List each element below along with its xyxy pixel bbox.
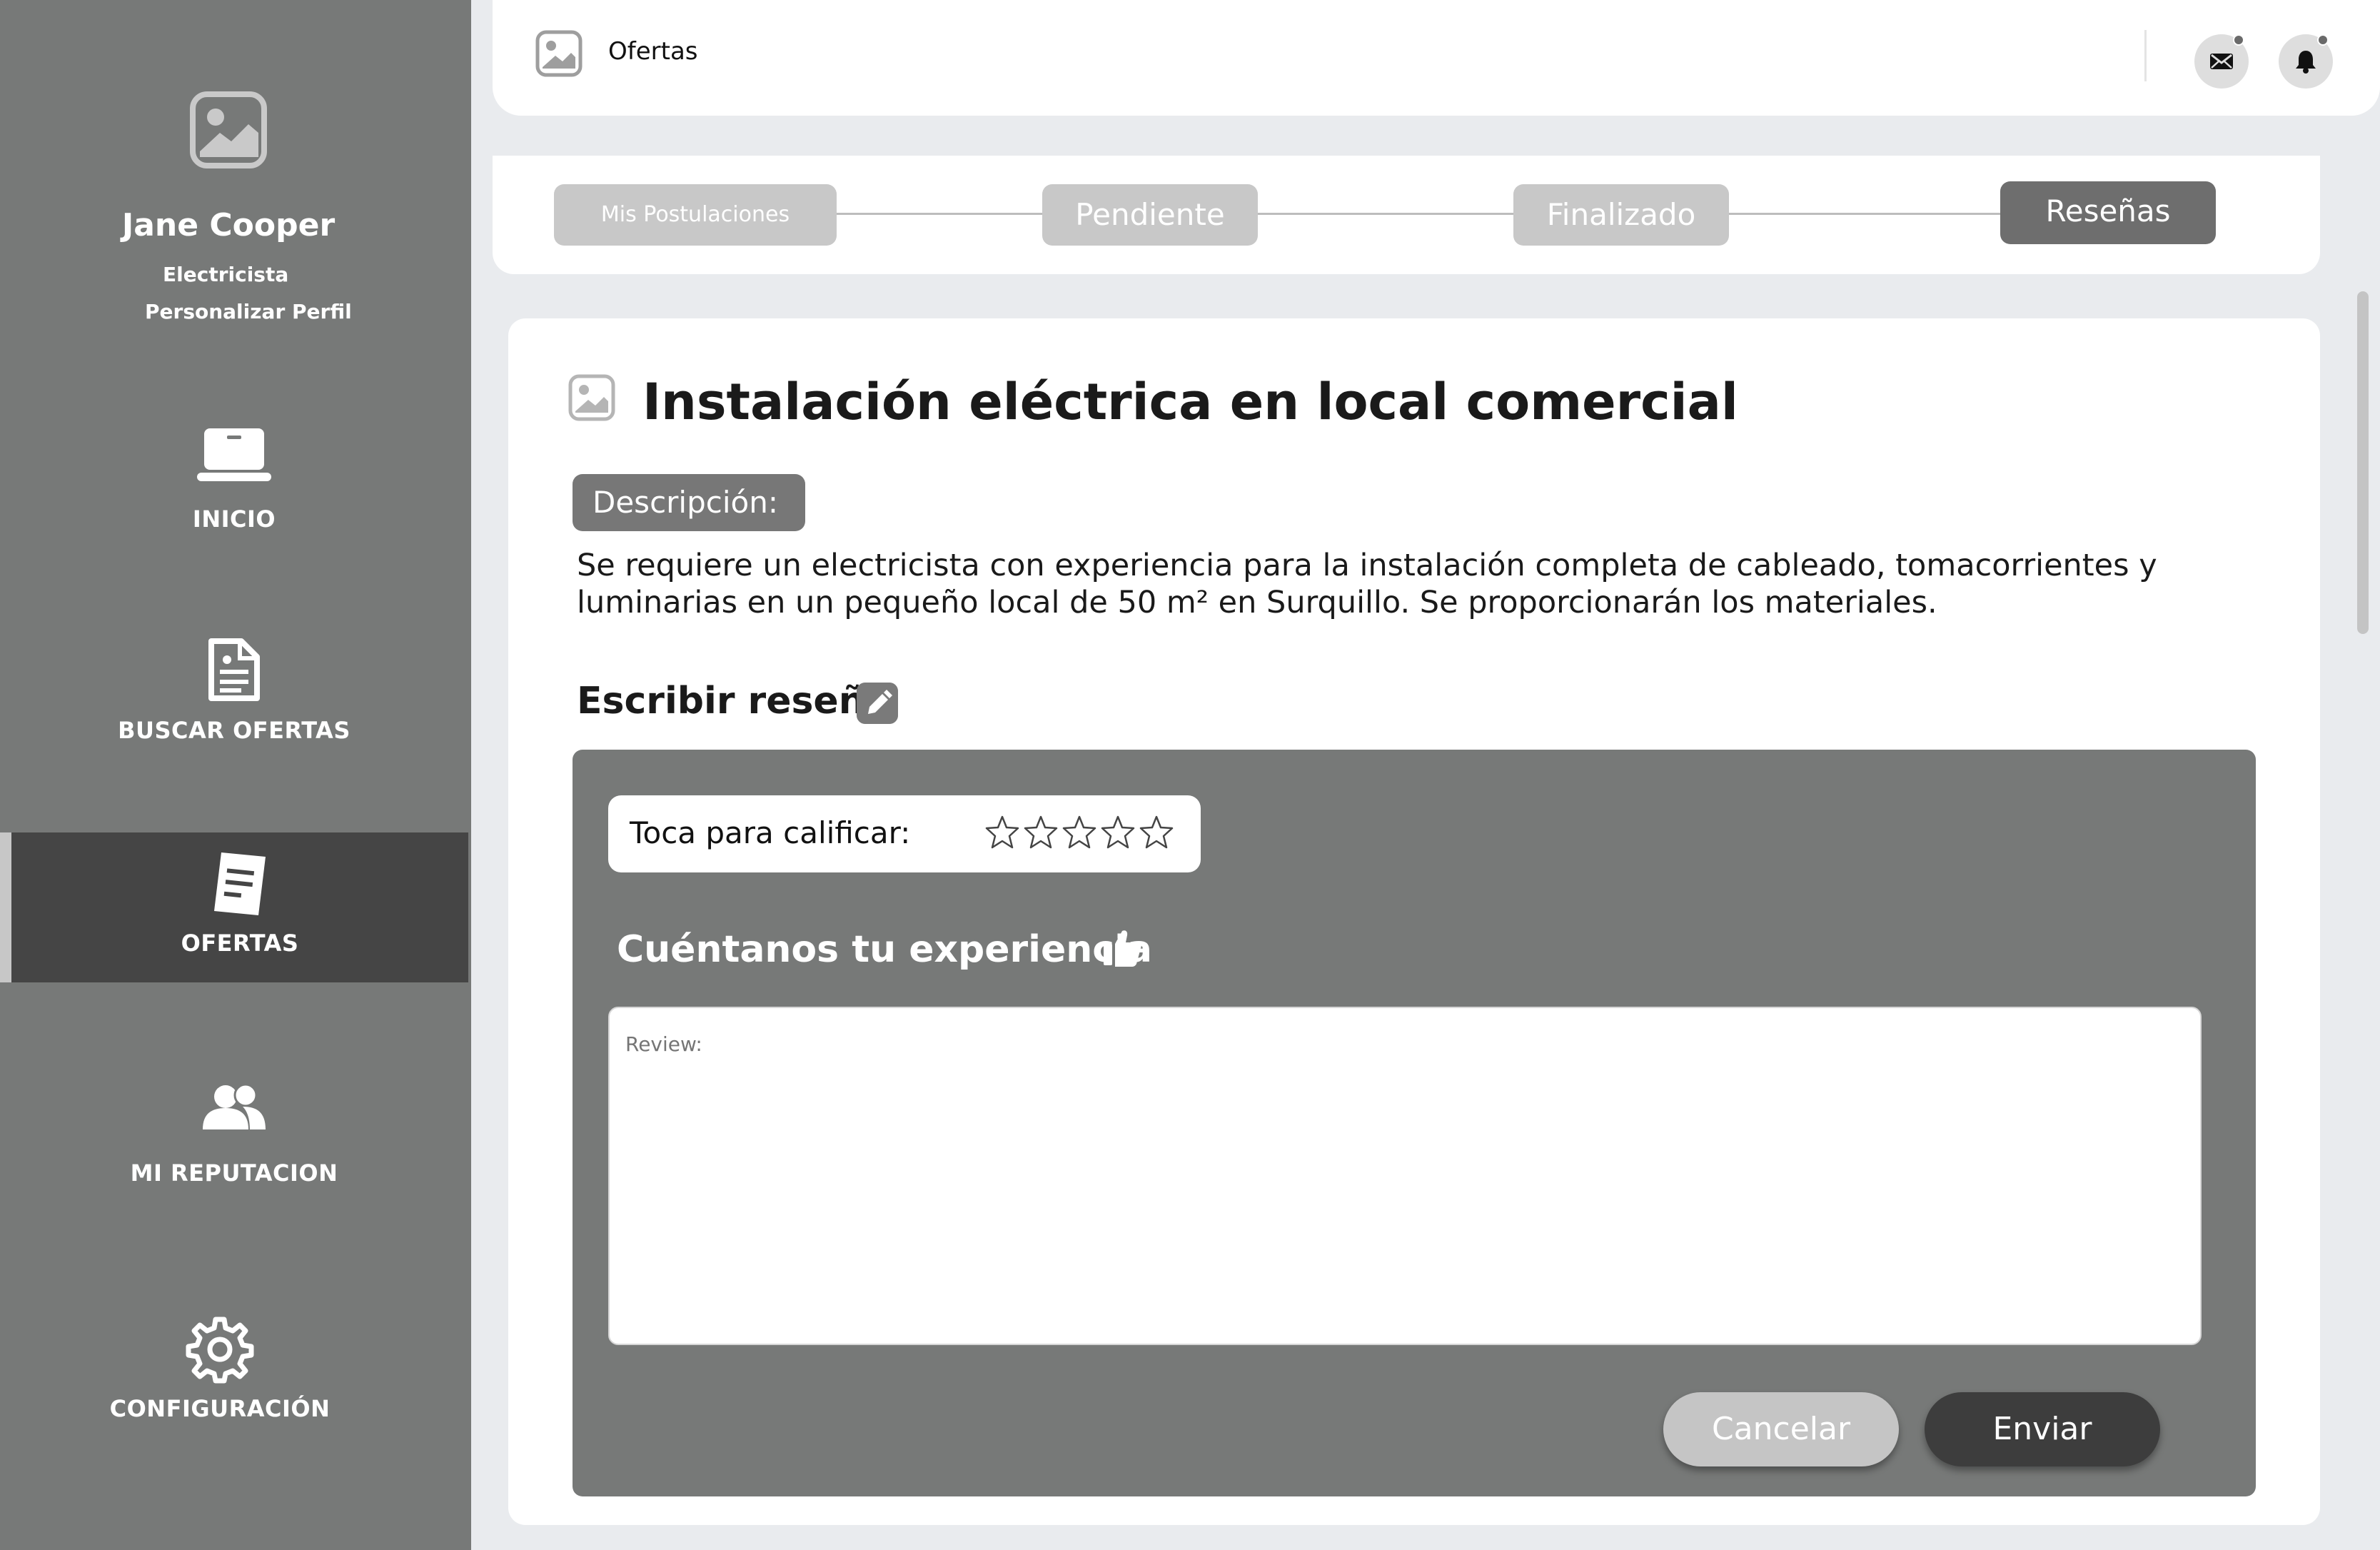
- cancel-button[interactable]: Cancelar: [1663, 1392, 1899, 1466]
- sidebar-item-inicio[interactable]: INICIO: [0, 410, 468, 560]
- status-stepper: Mis Postulaciones Pendiente Finalizado R…: [493, 156, 2320, 274]
- star-icon[interactable]: [1061, 814, 1098, 851]
- sidebar-item-configuracion[interactable]: CONFIGURACIÓN: [0, 1307, 468, 1456]
- edit-icon[interactable]: [857, 683, 898, 724]
- sidebar-item-label: BUSCAR OFERTAS: [118, 717, 351, 744]
- sidebar-item-buscar-ofertas[interactable]: BUSCAR OFERTAS: [0, 621, 468, 771]
- star-rating: [984, 814, 1175, 852]
- rating-box: Toca para calificar:: [608, 795, 1201, 872]
- star-icon[interactable]: [1099, 814, 1136, 851]
- notification-dot: [2233, 34, 2244, 46]
- review-textarea[interactable]: [608, 1007, 2202, 1345]
- laptop-icon: [197, 428, 271, 481]
- step-resenas[interactable]: Reseñas: [2000, 181, 2216, 244]
- profile-name: Jane Cooper: [121, 207, 336, 243]
- messages-button[interactable]: [2194, 34, 2249, 89]
- top-bar: Ofertas: [493, 0, 2380, 116]
- sidebar-item-label: OFERTAS: [181, 930, 299, 957]
- write-review-heading: Escribir reseña: [577, 680, 890, 723]
- description-label: Descripción:: [573, 474, 805, 531]
- rating-label: Toca para calificar:: [630, 815, 911, 850]
- sidebar-item-label: CONFIGURACIÓN: [109, 1395, 331, 1422]
- image-icon: [535, 30, 583, 77]
- experience-heading: Cuéntanos tu experiencia: [617, 928, 1152, 971]
- scrollbar[interactable]: [2357, 291, 2369, 634]
- star-icon[interactable]: [1022, 814, 1059, 851]
- step-pendiente[interactable]: Pendiente: [1042, 184, 1258, 246]
- customize-profile-link[interactable]: Personalizar Perfil: [145, 300, 352, 323]
- profile-avatar-icon[interactable]: [190, 91, 267, 168]
- page-title: Ofertas: [608, 37, 698, 66]
- bell-icon: [2296, 51, 2316, 74]
- offer-description: Se requiere un electricista con experien…: [577, 548, 2157, 620]
- thumbs-up-icon: [1104, 930, 1141, 967]
- offer-card: Instalación eléctrica en local comercial…: [508, 318, 2320, 1525]
- send-button[interactable]: Enviar: [1925, 1392, 2160, 1466]
- review-form: Toca para calificar: Cuéntanos tu experi…: [573, 750, 2256, 1496]
- users-icon: [203, 1083, 266, 1129]
- sidebar: Jane Cooper Electricista Personalizar Pe…: [0, 0, 471, 1550]
- step-mis-postulaciones[interactable]: Mis Postulaciones: [554, 184, 837, 246]
- sidebar-item-label: INICIO: [192, 505, 276, 533]
- star-icon[interactable]: [1138, 814, 1175, 851]
- step-finalizado[interactable]: Finalizado: [1513, 184, 1729, 246]
- sidebar-item-label: MI REPUTACION: [130, 1159, 338, 1187]
- notifications-button[interactable]: [2279, 34, 2333, 89]
- stepper-line: [835, 213, 2034, 215]
- profile-role: Electricista: [163, 263, 289, 286]
- gear-icon: [186, 1317, 254, 1384]
- mail-icon: [2210, 54, 2233, 69]
- sidebar-item-mi-reputacion[interactable]: MI REPUTACION: [0, 1071, 468, 1221]
- offer-title: Instalación eléctrica en local comercial: [642, 373, 1738, 431]
- divider: [2144, 30, 2147, 81]
- document-icon: [208, 638, 260, 701]
- star-icon[interactable]: [984, 814, 1021, 851]
- note-icon: [214, 852, 266, 915]
- image-icon: [568, 374, 615, 421]
- sidebar-item-ofertas[interactable]: OFERTAS: [0, 832, 468, 982]
- notification-dot: [2317, 34, 2329, 46]
